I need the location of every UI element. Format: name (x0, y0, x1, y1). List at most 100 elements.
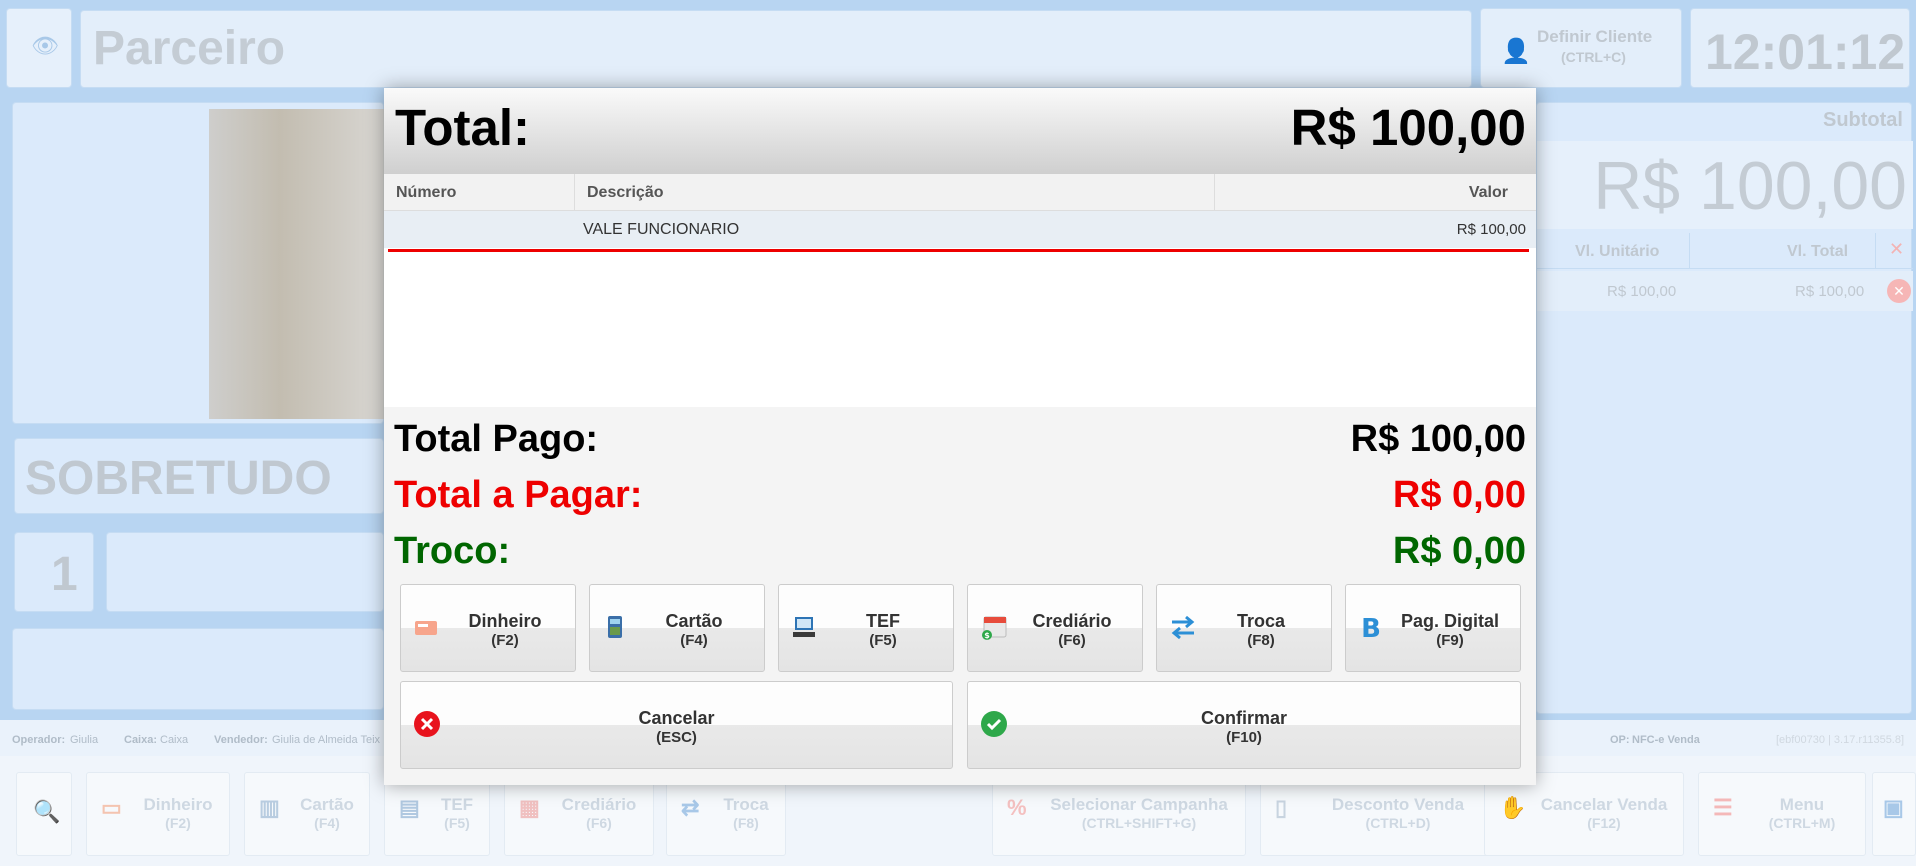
bottom-cash-label: Dinheiro (143, 795, 213, 814)
total-due-value: R$ 0,00 (1392, 474, 1526, 516)
calendar-credit-icon: $ (982, 616, 1007, 640)
operator: Giulia (70, 734, 99, 746)
product-name: SOBRETUDO (25, 452, 332, 505)
bottom-exchange-label: Troca (723, 795, 769, 814)
search-button[interactable]: 🔍 (16, 772, 72, 856)
confirm-shortcut: (F10) (1226, 729, 1262, 746)
sale-discount-label: Desconto Venda (1331, 795, 1465, 814)
cart-item-row[interactable]: R$ 100,00 R$ 100,00 ✕ (1537, 271, 1913, 311)
total-paid-value: R$ 100,00 (1350, 418, 1526, 460)
row-selection-underline (388, 249, 1529, 252)
tef-terminal-icon (793, 617, 815, 637)
bottom-exchange-shortcut: (F8) (733, 815, 759, 831)
change-line: Troco: R$ 0,00 (394, 530, 1526, 573)
modal-total: R$ 100,00 (1290, 99, 1526, 156)
bottom-card-shortcut: (F4) (314, 815, 340, 831)
bitcoin-icon: B (1361, 614, 1381, 641)
payment-modal: Total: R$ 100,00 Número Descrição Valor … (384, 88, 1536, 785)
version: [ebf00730 | 3.17.r11355.8] (1776, 734, 1905, 746)
credit-label: Crediário (1032, 611, 1112, 631)
tef-button[interactable]: TEF (F5) (778, 584, 954, 672)
cancel-shortcut: (ESC) (656, 729, 697, 746)
cash-button[interactable]: Dinheiro (F2) (400, 584, 576, 672)
digital-payment-button[interactable]: B Pag. Digital (F9) (1345, 584, 1521, 672)
visibility-toggle[interactable]: 👁 (6, 8, 72, 88)
tef-terminal-icon: ▤ (399, 795, 420, 820)
confirm-label: Confirmar (1200, 708, 1287, 728)
table-row[interactable]: VALE FUNCIONARIO R$ 100,00 (384, 211, 1536, 248)
cash-icon (415, 621, 437, 635)
card-shortcut: (F4) (680, 632, 708, 649)
cart-item-total: R$ 100,00 (1795, 283, 1865, 300)
tef-label: TEF (866, 611, 900, 631)
card-button[interactable]: Cartão (F4) (589, 584, 765, 672)
exchange-shortcut: (F8) (1247, 632, 1275, 649)
clock: 12:01:12 (1705, 24, 1906, 80)
barcode-field[interactable] (106, 532, 384, 612)
col-value: Valor (1215, 174, 1536, 211)
col-total: Vl. Total (1787, 243, 1849, 260)
remove-all-icon[interactable]: ✕ (1889, 239, 1904, 260)
modal-title: Total: (395, 99, 531, 156)
svg-text:B: B (1361, 614, 1381, 641)
bottom-tef-shortcut: (F5) (444, 815, 470, 831)
select-campaign-shortcut: (CTRL+SHIFT+G) (1081, 815, 1197, 831)
product-image-panel (12, 102, 385, 424)
exchange-arrows-icon: ⇄ (681, 795, 700, 820)
confirm-button[interactable]: Confirmar (F10) (967, 681, 1521, 769)
calendar-credit-icon: ▦ (519, 795, 540, 820)
menu-label: Menu (1779, 795, 1825, 814)
cart-panel: Subtotal R$ 100,00 Vl. Unitário Vl. Tota… (1536, 102, 1913, 714)
partner-field[interactable]: Parceiro (80, 10, 1472, 88)
row-value: R$ 100,00 (1456, 221, 1526, 238)
menu-icon: ☰ (1713, 795, 1733, 820)
user-icon: 👤 (1501, 38, 1531, 65)
col-unit-price: Vl. Unitário (1575, 243, 1660, 260)
seller: Giulia de Almeida Teix (272, 734, 381, 746)
bottom-card-button[interactable]: ▥ Cartão (F4) (244, 772, 370, 856)
bottom-tef-label: TEF (440, 795, 474, 814)
product-name-field: SOBRETUDO (14, 438, 384, 514)
col-description: Descrição (575, 174, 1215, 211)
discount-tag-icon: ▯ (1275, 795, 1288, 820)
cancel-button[interactable]: Cancelar (ESC) (400, 681, 953, 769)
change-value: R$ 0,00 (1392, 530, 1526, 572)
exchange-arrows-icon (1171, 615, 1195, 640)
define-client-shortcut: (CTRL+C) (1561, 49, 1626, 65)
total-due-label: Total a Pagar: (394, 474, 643, 516)
modal-header: Total: R$ 100,00 (384, 88, 1536, 174)
op: NFC-e Venda (1632, 734, 1700, 746)
subtotal-value: R$ 100,00 (1593, 148, 1907, 224)
bottom-cash-button[interactable]: ▭ Dinheiro (F2) (86, 772, 230, 856)
subtotal-label: Subtotal (1823, 109, 1903, 131)
define-client-label: Definir Cliente (1537, 27, 1653, 46)
quantity-field[interactable]: 1 (14, 532, 94, 612)
percent-icon: % (1007, 795, 1027, 820)
credit-button[interactable]: $ Crediário (F6) (967, 584, 1143, 672)
partner-label: Parceiro (93, 22, 286, 75)
payments-table: Número Descrição Valor VALE FUNCIONARIO … (384, 174, 1536, 407)
credit-shortcut: (F6) (1058, 632, 1086, 649)
menu-button[interactable]: ☰ Menu (CTRL+M) (1698, 772, 1866, 856)
row-description: VALE FUNCIONARIO (583, 221, 740, 238)
chat-button[interactable]: ▣ (1872, 772, 1916, 856)
exchange-button[interactable]: Troca (F8) (1156, 584, 1332, 672)
cancel-sale-shortcut: (F12) (1587, 815, 1621, 831)
total-paid-line: Total Pago: R$ 100,00 (394, 418, 1526, 461)
tef-shortcut: (F5) (869, 632, 897, 649)
bottom-credit-label: Crediário (561, 795, 637, 814)
cancel-sale-icon: ✋ (1499, 795, 1527, 820)
card-machine-icon (608, 616, 622, 638)
digital-payment-label: Pag. Digital (1400, 611, 1499, 631)
quantity: 1 (51, 548, 78, 601)
sale-discount-shortcut: (CTRL+D) (1365, 815, 1431, 831)
product-image (209, 109, 385, 419)
select-campaign-label: Selecionar Campanha (1050, 795, 1228, 814)
seller-label: Vendedor: (214, 734, 268, 746)
remove-item-icon[interactable]: ✕ (1887, 279, 1911, 303)
clock-panel: 12:01:12 (1690, 8, 1910, 88)
bottom-cash-shortcut: (F2) (165, 815, 191, 831)
chat-icon: ▣ (1883, 795, 1904, 820)
define-client-button[interactable]: 👤 Definir Cliente (CTRL+C) (1480, 8, 1682, 88)
exchange-label: Troca (1236, 611, 1286, 631)
